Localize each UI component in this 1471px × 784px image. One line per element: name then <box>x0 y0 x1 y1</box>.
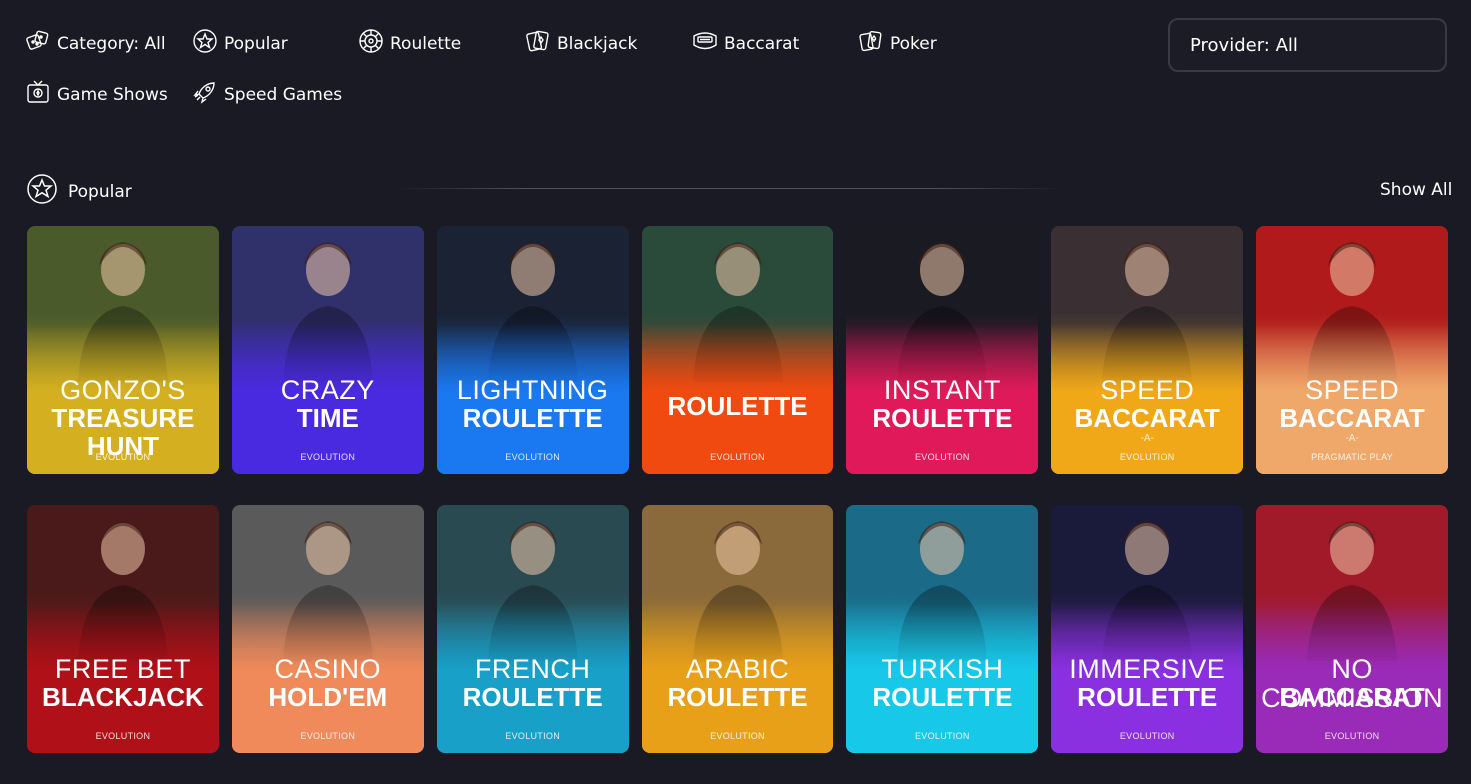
game-title-line2: Roulette <box>872 403 1013 433</box>
game-card[interactable]: No Commission Baccarat EVOLUTION <box>1256 505 1449 753</box>
game-provider-label: EVOLUTION <box>300 452 356 462</box>
game-provider-label: EVOLUTION <box>710 452 765 462</box>
baccarat-icon <box>692 28 718 59</box>
game-card[interactable]: Speed Baccarat -A- EVOLUTION <box>1051 226 1244 474</box>
game-title-line1: Free Bet <box>54 654 191 684</box>
game-title-line2: Hold'em <box>268 682 388 712</box>
game-title-line2: Roulette <box>667 391 808 421</box>
rocket-icon <box>192 79 218 110</box>
game-title-line2: Baccarat <box>1279 403 1425 433</box>
poker-icon <box>858 28 884 59</box>
game-title-line2: Baccarat <box>1074 403 1220 433</box>
game-title-line1: Speed <box>1305 375 1400 405</box>
game-provider-label: PRAGMATIC PLAY <box>1311 452 1394 462</box>
game-title-line1: Arabic <box>685 654 790 684</box>
game-card[interactable]: Lightning Roulette EVOLUTION <box>436 226 629 474</box>
game-card[interactable]: Instant Roulette EVOLUTION <box>846 226 1039 474</box>
game-card[interactable]: Arabic Roulette EVOLUTION <box>641 505 834 753</box>
category-baccarat-label: Baccarat <box>724 33 800 54</box>
game-title-line2: Blackjack <box>42 682 204 712</box>
game-provider-label: EVOLUTION <box>1119 731 1175 741</box>
game-title-line2: Roulette <box>462 682 603 712</box>
game-card[interactable]: French Roulette EVOLUTION <box>436 505 629 753</box>
provider-select[interactable]: Provider: All <box>1168 18 1447 72</box>
star-circle-icon <box>192 28 218 59</box>
tv-icon <box>25 79 51 110</box>
star-circle-icon <box>26 173 58 210</box>
category-all-filter[interactable]: Category: All <box>25 28 166 59</box>
game-title-line1: Crazy <box>280 375 375 405</box>
category-game-shows-label: Game Shows <box>57 84 168 105</box>
category-roulette-filter[interactable]: Roulette <box>358 28 461 59</box>
category-speed-games-filter[interactable]: Speed Games <box>192 79 342 110</box>
game-title-line2: Roulette <box>1077 682 1218 712</box>
game-title-line1: Instant <box>883 375 1001 405</box>
game-subtitle: -A- <box>1140 433 1154 444</box>
game-provider-label: EVOLUTION <box>300 731 356 741</box>
category-poker-label: Poker <box>890 33 937 54</box>
game-card[interactable]: Free Bet Blackjack EVOLUTION <box>27 505 219 753</box>
game-title-line2: Time <box>296 403 359 433</box>
game-provider-label: EVOLUTION <box>710 731 765 741</box>
game-grid: Gonzo's Treasure Hunt EVOLUTION Crazy Time EV… <box>27 226 1449 784</box>
game-provider-label: EVOLUTION <box>1324 731 1380 741</box>
category-blackjack-label: Blackjack <box>557 33 638 54</box>
game-card[interactable]: Speed Baccarat -A- PRAGMATIC PLAY <box>1256 226 1449 474</box>
game-card[interactable]: Roulette EVOLUTION <box>641 226 834 474</box>
game-card[interactable]: Crazy Time EVOLUTION <box>231 226 424 474</box>
game-provider-label: EVOLUTION <box>1119 452 1175 462</box>
game-title-line1: French <box>474 654 591 684</box>
game-row: Gonzo's Treasure Hunt EVOLUTION Crazy Time EV… <box>27 226 1449 474</box>
section-divider <box>395 188 1065 189</box>
game-provider-label: EVOLUTION <box>915 452 970 462</box>
category-poker-filter[interactable]: Poker <box>858 28 937 59</box>
category-speed-games-label: Speed Games <box>224 84 343 105</box>
game-card[interactable]: Immersive Roulette EVOLUTION <box>1051 505 1244 753</box>
game-title-line1: Turkish <box>881 654 1004 684</box>
game-subtitle: -A- <box>1345 433 1359 444</box>
provider-select-label: Provider: All <box>1190 34 1298 56</box>
game-title-line1: Speed <box>1100 375 1195 405</box>
show-all-link[interactable]: Show All <box>1380 180 1452 200</box>
game-title-line1: Lightning <box>456 375 609 405</box>
game-title-line1: Gonzo's <box>60 375 186 405</box>
game-title-line2: Roulette <box>667 682 808 712</box>
section-title: Popular <box>68 181 132 202</box>
cards-icon <box>525 28 551 59</box>
roulette-icon <box>358 28 384 59</box>
game-row: Free Bet Blackjack EVOLUTION Casino Hold'em E… <box>27 505 1449 753</box>
game-title-line1: Casino <box>274 654 382 684</box>
game-provider-label: EVOLUTION <box>95 452 151 462</box>
game-title-line2: Roulette <box>872 682 1013 712</box>
section-header: Popular <box>26 173 132 210</box>
game-card[interactable]: Gonzo's Treasure Hunt EVOLUTION <box>27 226 219 474</box>
game-provider-label: EVOLUTION <box>505 452 560 462</box>
game-title-line2: Roulette <box>462 403 603 433</box>
category-popular-label: Popular <box>224 33 288 54</box>
game-provider-label: EVOLUTION <box>505 731 560 741</box>
game-title-line1: Immersive <box>1069 654 1226 684</box>
category-baccarat-filter[interactable]: Baccarat <box>692 28 799 59</box>
game-card[interactable]: Turkish Roulette EVOLUTION <box>846 505 1039 753</box>
category-roulette-label: Roulette <box>390 33 462 54</box>
game-title-line2: Baccarat <box>1279 682 1425 712</box>
game-provider-label: EVOLUTION <box>915 731 970 741</box>
game-card[interactable]: Casino Hold'em EVOLUTION <box>231 505 424 753</box>
category-blackjack-filter[interactable]: Blackjack <box>525 28 637 59</box>
game-provider-label: EVOLUTION <box>95 731 151 741</box>
dice-icon <box>25 28 51 59</box>
category-all-label: Category: All <box>57 33 166 54</box>
category-game-shows-filter[interactable]: Game Shows <box>25 79 168 110</box>
category-popular-filter[interactable]: Popular <box>192 28 288 59</box>
